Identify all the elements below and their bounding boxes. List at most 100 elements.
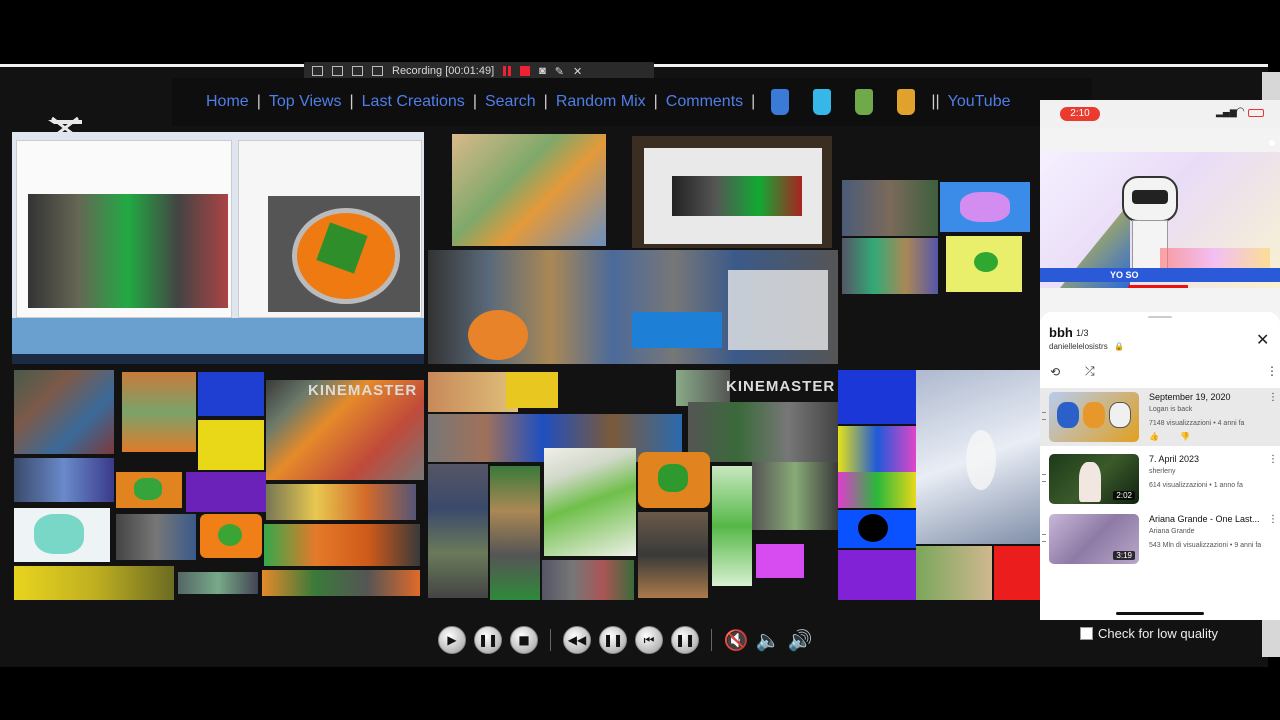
playlist-item[interactable]: September 19, 2020 Logan is back 7148 vi… xyxy=(1040,388,1280,446)
video-tile[interactable] xyxy=(12,132,424,364)
volume-low-icon[interactable]: 🔈 xyxy=(756,628,781,652)
nav-comments[interactable]: Comments xyxy=(666,93,743,111)
playlist-item[interactable]: 3:19 Ariana Grande - One Last... Ariana … xyxy=(1040,510,1280,568)
stop-recording-icon[interactable] xyxy=(520,66,531,76)
drag-icon[interactable] xyxy=(1042,534,1046,542)
video-tile[interactable] xyxy=(838,510,916,548)
video-tile[interactable] xyxy=(428,464,488,598)
checkbox[interactable] xyxy=(1080,627,1093,640)
video-tile[interactable] xyxy=(262,570,420,596)
shuffle-icon[interactable]: ⤮ xyxy=(1085,364,1095,379)
menu-icon[interactable] xyxy=(312,66,323,76)
more-icon[interactable]: ⋮ xyxy=(1266,364,1278,378)
more-icon[interactable]: ⋮ xyxy=(1268,514,1278,525)
video-thumbnail[interactable]: 2:02 xyxy=(1049,454,1139,504)
video-tile[interactable] xyxy=(842,180,938,236)
video-tile[interactable] xyxy=(452,134,606,246)
video-tile[interactable] xyxy=(838,370,916,424)
video-tile[interactable] xyxy=(14,508,110,562)
drag-handle[interactable] xyxy=(1148,316,1172,318)
video-tile[interactable] xyxy=(14,370,114,454)
drag-icon[interactable] xyxy=(1042,412,1046,420)
video-tile[interactable] xyxy=(994,546,1042,600)
video-tile[interactable] xyxy=(638,512,708,598)
video-tile[interactable] xyxy=(752,462,838,530)
dislike-icon[interactable]: 👎 xyxy=(1180,432,1190,441)
nav-search[interactable]: Search xyxy=(485,93,536,111)
video-tile[interactable] xyxy=(200,514,262,558)
close-icon[interactable]: ✕ xyxy=(573,65,582,78)
lock-icon: 🔒 xyxy=(1114,342,1124,351)
loop-icon[interactable]: ⟲ xyxy=(1050,365,1060,379)
video-tile[interactable] xyxy=(198,372,264,416)
nav-top-views[interactable]: Top Views xyxy=(269,93,342,111)
video-tile[interactable] xyxy=(542,560,634,600)
playlist-item[interactable]: 2:02 7. April 2023 sherleny 614 visualiz… xyxy=(1040,450,1280,508)
video-tile[interactable] xyxy=(186,472,266,512)
cup-icon[interactable] xyxy=(813,89,832,115)
video-tile[interactable] xyxy=(116,472,182,508)
nav-home[interactable]: Home xyxy=(206,93,249,111)
playlist-owner[interactable]: daniellelelosistrs xyxy=(1049,342,1108,351)
video-tile[interactable] xyxy=(638,452,710,508)
nav-youtube[interactable]: YouTube xyxy=(948,93,1011,111)
video-tile[interactable] xyxy=(676,370,730,406)
pause-icon[interactable]: ❚❚ xyxy=(599,626,627,654)
cup-icon[interactable] xyxy=(771,89,790,115)
video-tile[interactable] xyxy=(178,572,258,594)
video-tile[interactable] xyxy=(122,372,196,452)
video-tile[interactable] xyxy=(490,466,540,600)
stop-icon[interactable]: ■ xyxy=(510,626,538,654)
rewind-icon[interactable]: ◀◀ xyxy=(563,626,591,654)
previous-icon[interactable]: ⏮ xyxy=(635,626,663,654)
video-thumbnail[interactable]: 3:19 xyxy=(1049,514,1139,564)
video-thumbnail[interactable] xyxy=(1049,392,1139,442)
video-tile[interactable] xyxy=(838,550,916,600)
video-tile[interactable] xyxy=(916,546,992,600)
more-icon[interactable]: ⋮ xyxy=(1268,454,1278,465)
pause-recording-icon[interactable] xyxy=(503,66,512,76)
kinemaster-watermark: KINEMASTER xyxy=(726,378,836,395)
video-tile[interactable] xyxy=(916,370,1042,544)
volume-high-icon[interactable]: 🔊 xyxy=(788,628,813,652)
video-tile[interactable] xyxy=(756,544,804,578)
video-tile[interactable] xyxy=(264,524,420,566)
video-tile[interactable] xyxy=(712,466,752,586)
video-tile[interactable] xyxy=(632,136,832,248)
cup-icon[interactable] xyxy=(855,89,874,115)
fullscreen-icon[interactable] xyxy=(372,66,383,76)
video-tile[interactable] xyxy=(14,566,174,600)
video-tile[interactable] xyxy=(266,484,416,520)
video-tile[interactable] xyxy=(428,372,518,412)
camera-icon[interactable]: ◙ xyxy=(539,65,546,77)
video-tile[interactable] xyxy=(688,402,838,462)
more-icon[interactable]: ⋮ xyxy=(1268,392,1278,403)
video-tile[interactable] xyxy=(198,420,264,470)
home-indicator[interactable] xyxy=(1116,612,1204,615)
video-tile[interactable] xyxy=(946,236,1022,292)
mute-icon[interactable]: 🔇 xyxy=(724,628,749,652)
like-icon[interactable]: 👍 xyxy=(1149,432,1159,441)
window-icon[interactable] xyxy=(332,66,343,76)
nav-last-creations[interactable]: Last Creations xyxy=(362,93,465,111)
video-tile[interactable] xyxy=(838,426,916,472)
video-tile[interactable] xyxy=(842,238,938,294)
play-icon[interactable]: ▶ xyxy=(438,626,466,654)
video-player[interactable]: YO SO xyxy=(1040,152,1280,288)
pause-icon[interactable]: ❚❚ xyxy=(671,626,699,654)
video-tile[interactable] xyxy=(116,514,196,560)
pause-icon[interactable]: ❚❚ xyxy=(474,626,502,654)
nav-random-mix[interactable]: Random Mix xyxy=(556,93,646,111)
drag-icon[interactable] xyxy=(1042,474,1046,482)
low-quality-checkbox[interactable]: Check for low quality xyxy=(1080,626,1218,641)
region-icon[interactable] xyxy=(352,66,363,76)
video-tile[interactable] xyxy=(506,372,558,408)
video-tile[interactable] xyxy=(940,182,1030,232)
pen-icon[interactable]: ✎ xyxy=(555,65,564,78)
video-tile[interactable] xyxy=(838,472,916,508)
cup-icon[interactable] xyxy=(897,89,916,115)
video-tile[interactable] xyxy=(14,458,114,502)
close-icon[interactable]: ✕ xyxy=(1256,330,1269,349)
video-tile[interactable] xyxy=(544,448,636,556)
video-tile[interactable] xyxy=(428,250,838,364)
